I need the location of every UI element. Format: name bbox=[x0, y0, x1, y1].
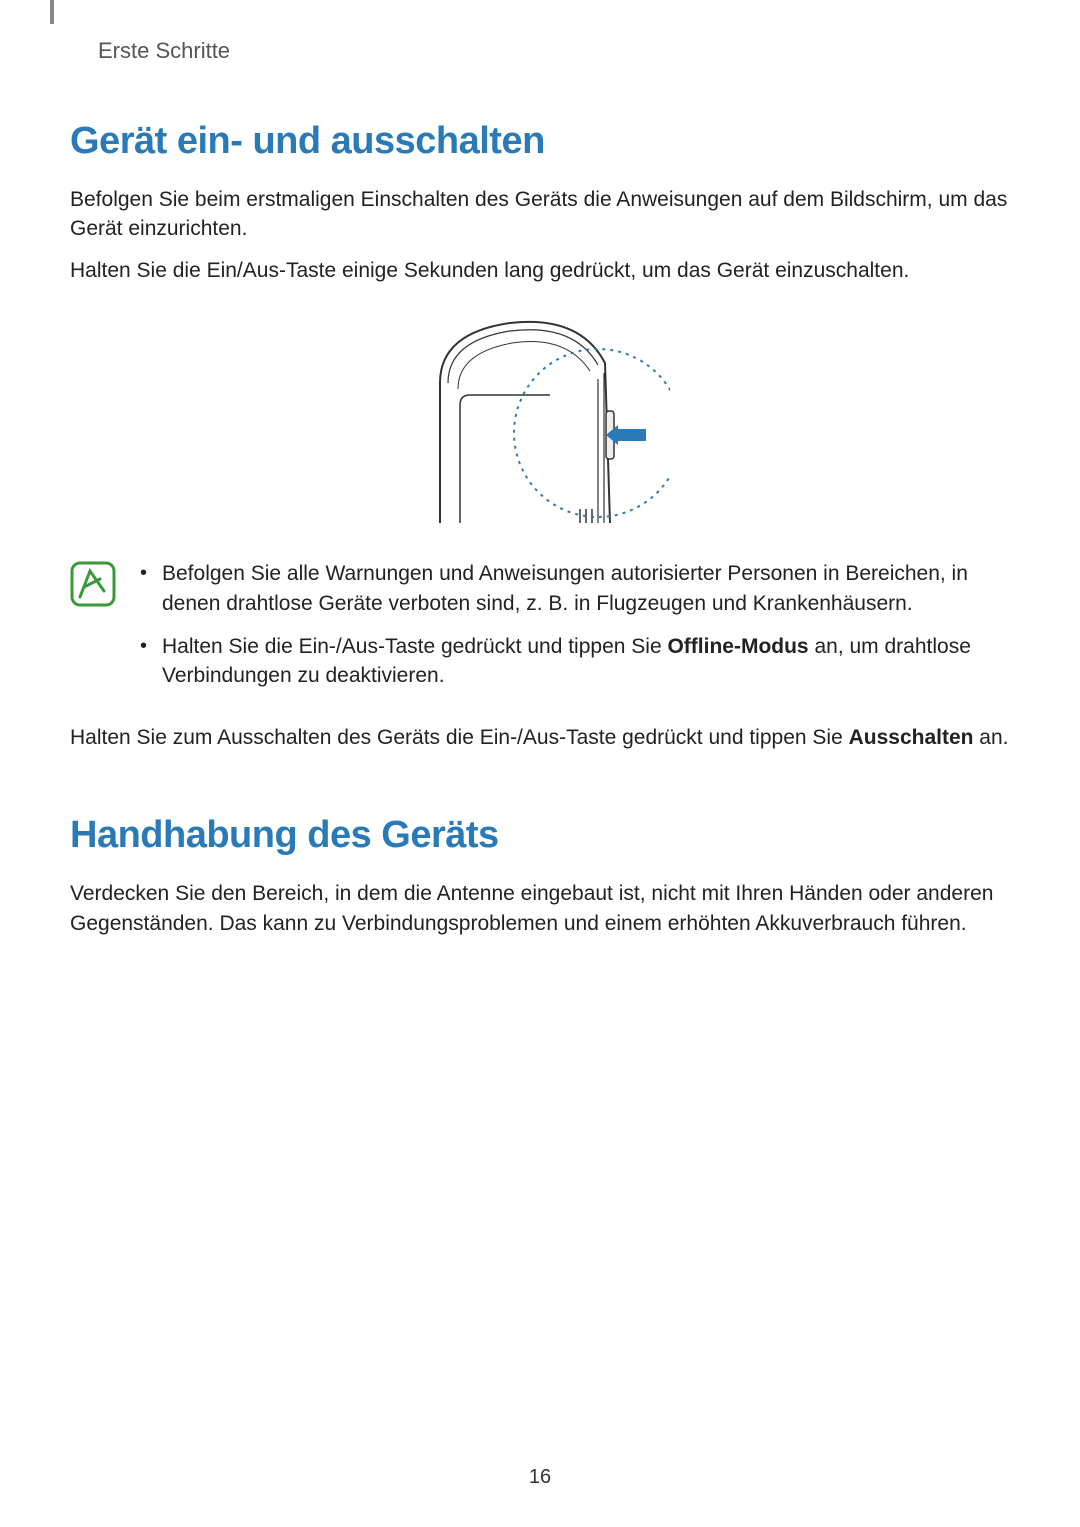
paragraph-setup-instructions: Befolgen Sie beim erstmaligen Einschalte… bbox=[70, 185, 1010, 244]
note-list: Befolgen Sie alle Warnungen und Anweisun… bbox=[134, 559, 1010, 705]
heading-handling: Handhabung des Geräts bbox=[70, 814, 1010, 857]
device-power-illustration bbox=[410, 313, 670, 533]
note-icon bbox=[70, 561, 116, 612]
text-fragment: Halten Sie zum Ausschalten des Geräts di… bbox=[70, 726, 849, 749]
paragraph-power-on: Halten Sie die Ein/Aus-Taste einige Seku… bbox=[70, 256, 1010, 285]
text-bold-offline: Offline-Modus bbox=[667, 635, 808, 658]
page-tab-marker bbox=[50, 0, 54, 24]
section-header: Erste Schritte bbox=[98, 38, 1010, 64]
text-bold-ausschalten: Ausschalten bbox=[849, 726, 974, 749]
section-handling: Handhabung des Geräts Verdecken Sie den … bbox=[70, 814, 1010, 938]
page-number: 16 bbox=[0, 1466, 1080, 1489]
text-fragment: an. bbox=[973, 726, 1008, 749]
note-block: Befolgen Sie alle Warnungen und Anweisun… bbox=[70, 559, 1010, 705]
note-item-warnings: Befolgen Sie alle Warnungen und Anweisun… bbox=[134, 559, 1010, 618]
heading-power-on-off: Gerät ein- und ausschalten bbox=[70, 120, 1010, 163]
text-fragment: Halten Sie die Ein-/Aus-Taste gedrückt u… bbox=[162, 635, 667, 658]
figure-power-button bbox=[70, 313, 1010, 533]
page-content: Erste Schritte Gerät ein- und ausschalte… bbox=[0, 0, 1080, 938]
paragraph-antenna: Verdecken Sie den Bereich, in dem die An… bbox=[70, 879, 1010, 938]
note-item-offline-mode: Halten Sie die Ein-/Aus-Taste gedrückt u… bbox=[134, 632, 1010, 691]
paragraph-power-off: Halten Sie zum Ausschalten des Geräts di… bbox=[70, 723, 1010, 752]
